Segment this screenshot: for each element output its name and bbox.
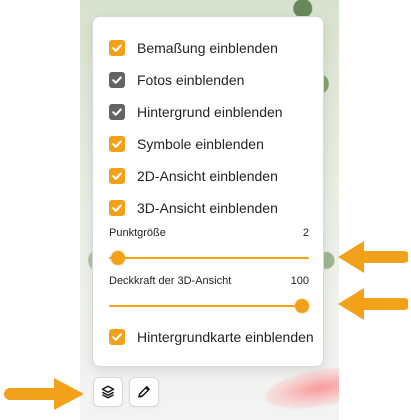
arrow-icon: [338, 288, 408, 320]
opacity-3d-label: Deckkraft der 3D-Ansicht: [109, 275, 232, 287]
opacity-3d-track[interactable]: [109, 305, 309, 307]
checkbox-label-background-map: Hintergrundkarte einblenden: [137, 329, 314, 345]
checkbox-row-dimensions[interactable]: Bemaßung einblenden: [109, 36, 278, 60]
checkbox-background-map[interactable]: [109, 329, 125, 345]
opacity-3d-header: Deckkraft der 3D-Ansicht 100: [109, 275, 309, 288]
checkbox-row-symbols[interactable]: Symbole einblenden: [109, 132, 264, 156]
check-icon: [112, 140, 122, 148]
checkbox-row-background-map[interactable]: Hintergrundkarte einblenden: [109, 325, 314, 349]
edit-button[interactable]: [129, 377, 159, 407]
checkbox-background[interactable]: [109, 104, 125, 120]
check-icon: [112, 172, 122, 180]
checkbox-label-photos: Fotos einblenden: [137, 72, 245, 88]
map-red-overlay: [262, 360, 339, 416]
check-icon: [112, 108, 122, 116]
point-size-value: 2: [302, 227, 309, 239]
check-icon: [112, 204, 122, 212]
checkbox-row-3d-view[interactable]: 3D-Ansicht einblenden: [109, 196, 278, 220]
point-size-slider[interactable]: [109, 250, 309, 266]
point-size-header: Punktgröße 2: [109, 227, 309, 240]
checkbox-label-symbols: Symbole einblenden: [137, 136, 264, 152]
pencil-icon: [138, 386, 150, 398]
checkbox-label-3d-view: 3D-Ansicht einblenden: [137, 200, 278, 216]
checkbox-row-background[interactable]: Hintergrund einblenden: [109, 100, 283, 124]
check-icon: [112, 333, 122, 341]
arrow-icon: [4, 378, 84, 410]
layer-settings-popup: Bemaßung einblenden Fotos einblenden Hin…: [92, 16, 324, 367]
opacity-3d-thumb[interactable]: [295, 299, 309, 313]
layers-button[interactable]: [93, 377, 123, 407]
checkbox-symbols[interactable]: [109, 136, 125, 152]
check-icon: [112, 44, 122, 52]
checkbox-row-photos[interactable]: Fotos einblenden: [109, 68, 244, 92]
checkbox-3d-view[interactable]: [109, 200, 125, 216]
check-icon: [112, 76, 122, 84]
checkbox-row-2d-view[interactable]: 2D-Ansicht einblenden: [109, 164, 278, 188]
layers-icon: [101, 385, 115, 399]
opacity-3d-control: Deckkraft der 3D-Ansicht 100: [109, 275, 309, 314]
point-size-thumb[interactable]: [110, 251, 125, 265]
checkbox-photos[interactable]: [109, 72, 125, 88]
arrow-icon: [338, 241, 408, 273]
checkbox-label-background: Hintergrund einblenden: [137, 104, 283, 120]
opacity-3d-slider[interactable]: [109, 298, 309, 314]
opacity-3d-value: 100: [290, 275, 309, 287]
checkbox-label-2d-view: 2D-Ansicht einblenden: [137, 168, 278, 184]
checkbox-label-dimensions: Bemaßung einblenden: [137, 40, 278, 56]
checkbox-dimensions[interactable]: [109, 40, 125, 56]
point-size-label: Punktgröße: [109, 227, 166, 239]
checkbox-2d-view[interactable]: [109, 168, 125, 184]
point-size-track[interactable]: [109, 257, 309, 259]
point-size-control: Punktgröße 2: [109, 227, 309, 266]
